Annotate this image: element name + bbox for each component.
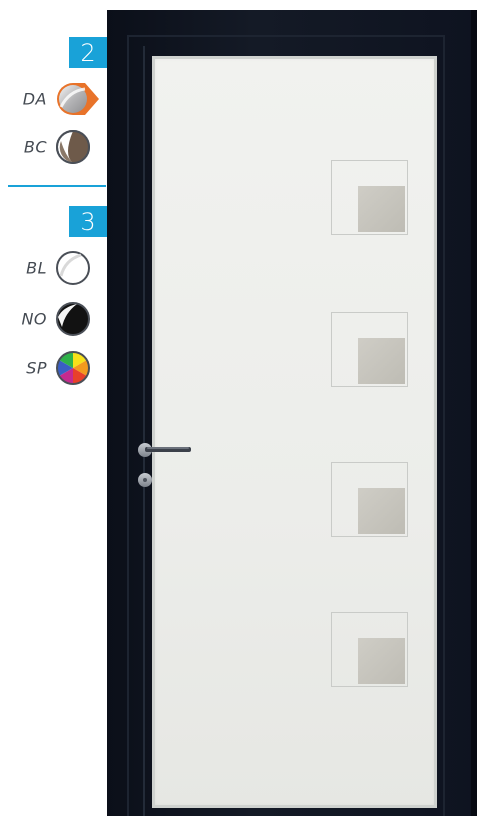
glass-motif [331,312,408,387]
option-bl[interactable]: BL [0,250,107,286]
step-number-badge: 2 [69,37,107,68]
door-panel [152,56,437,808]
brown-swatch-icon[interactable] [55,129,95,165]
glass-motif [331,462,408,537]
glass-motif [331,612,408,687]
option-bc[interactable]: BC [0,129,107,165]
glass-insert [358,488,405,534]
rainbow-swatch-icon[interactable] [55,350,95,386]
step-number-badge: 3 [69,206,107,237]
option-sp[interactable]: SP [0,350,107,386]
option-code-label: BC [23,137,47,157]
door-frame [107,10,477,816]
option-code-label: DA [22,89,47,109]
glass-insert [358,186,405,232]
black-swatch-icon[interactable] [55,301,95,337]
door-handle-icon [137,442,197,492]
option-no[interactable]: NO [0,301,107,337]
glass-motif [331,160,408,235]
option-da[interactable]: DA [0,81,107,117]
white-swatch-icon[interactable] [55,250,95,286]
frame-edge [471,10,477,816]
option-code-label: NO [21,309,47,329]
glass-insert [358,338,405,384]
option-code-label: BL [26,258,47,278]
metallic-swatch-icon[interactable] [55,81,99,117]
glass-insert [358,638,405,684]
section-divider [8,185,106,187]
option-code-label: SP [26,358,47,378]
